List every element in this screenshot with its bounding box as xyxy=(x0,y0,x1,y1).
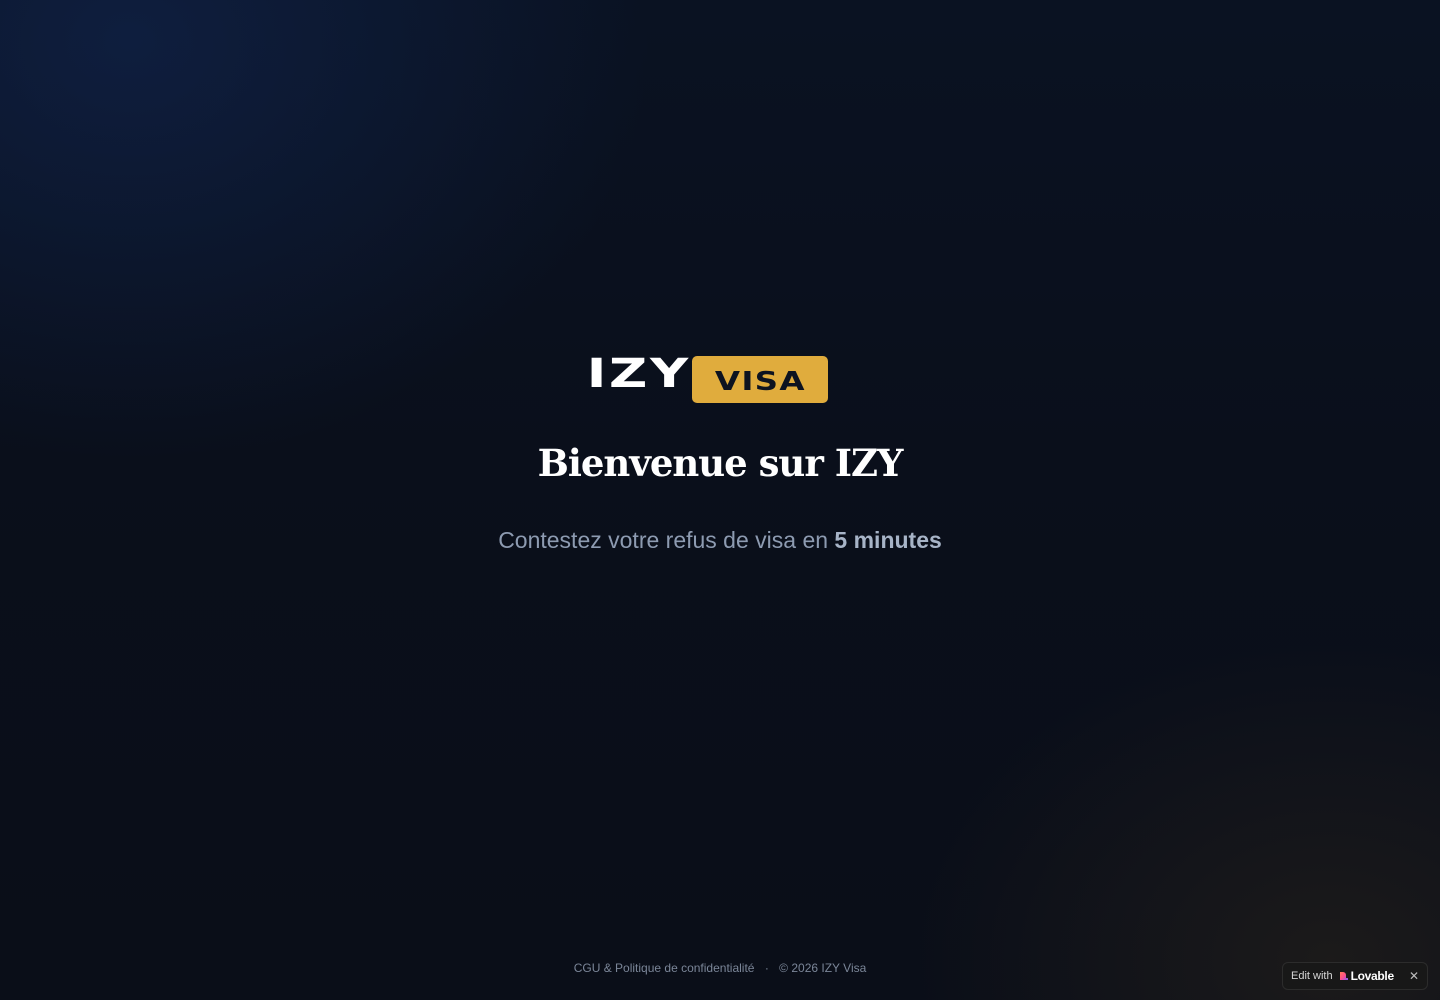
footer: CGU & Politique de confidentialité · © 2… xyxy=(0,958,1440,978)
hero: IZY VISA Bienvenue sur IZY Contestez vot… xyxy=(0,352,1440,555)
edit-with-label: Edit with xyxy=(1291,970,1333,982)
subtitle-text: Contestez votre refus de visa en xyxy=(498,526,829,553)
lovable-heart-icon xyxy=(1339,972,1348,980)
edit-with-lovable-badge[interactable]: Edit with Lovable ✕ xyxy=(1282,962,1428,990)
page-title: Bienvenue sur IZY xyxy=(537,441,904,485)
izy-visa-logo: IZY VISA xyxy=(586,352,829,404)
footer-separator: · xyxy=(764,961,769,975)
copyright-text: © 2026 IZY Visa xyxy=(779,961,867,975)
lovable-brand: Lovable xyxy=(1350,969,1395,983)
subtitle-emphasis: 5 minutes xyxy=(834,526,942,553)
page-subtitle: Contestez votre refus de visa en 5 minut… xyxy=(498,525,942,555)
logo-visa-badge: VISA xyxy=(692,356,829,403)
logo-visa-text: VISA xyxy=(715,366,806,397)
close-icon[interactable]: ✕ xyxy=(1401,963,1427,989)
legal-link[interactable]: CGU & Politique de confidentialité xyxy=(574,961,755,975)
logo-izy-text: IZY xyxy=(586,351,691,397)
